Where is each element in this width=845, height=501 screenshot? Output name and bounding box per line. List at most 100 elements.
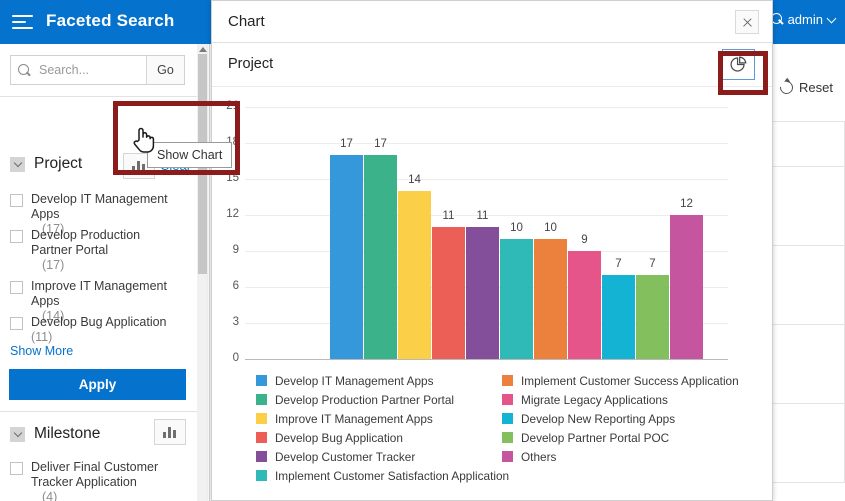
user-label: admin — [787, 12, 823, 27]
bar-chart-icon — [162, 426, 178, 438]
reset-button[interactable]: Reset — [777, 78, 833, 97]
facet-item[interactable]: Develop Bug Application (11) — [10, 315, 181, 345]
chart-bar-value-label: 14 — [408, 174, 421, 186]
chart-bar[interactable]: 14 — [398, 174, 431, 359]
chart-bar[interactable]: 17 — [330, 138, 363, 359]
chart-gridline — [245, 143, 728, 144]
facet-item-label: Deliver Final Customer Tracker Applicati… — [31, 460, 181, 501]
close-button[interactable] — [735, 10, 759, 34]
facet-checkbox[interactable] — [10, 230, 23, 243]
chart-plot-area: 0 3 6 9 12 15 18 21 17 17 14 11 11 10 10 9 7 7 12 — [226, 100, 728, 364]
search-icon — [18, 63, 31, 77]
facet-group-title: Milestone — [34, 425, 101, 442]
divider — [0, 411, 200, 412]
chart-axis-line — [245, 359, 728, 360]
legend-color-swatch — [502, 413, 513, 424]
chart-bar[interactable]: 12 — [670, 198, 703, 359]
tooltip-show-chart: Show Chart — [147, 142, 233, 168]
facet-group-milestone-header[interactable]: Milestone — [10, 425, 100, 443]
legend-color-swatch — [256, 451, 267, 462]
chart-bar[interactable]: 9 — [568, 234, 601, 359]
chart-bar[interactable]: 11 — [466, 210, 499, 359]
legend-label: Develop New Reporting Apps — [521, 411, 676, 426]
close-icon — [742, 17, 753, 28]
legend-column-left: Develop IT Management Apps Develop Produc… — [256, 371, 509, 485]
y-axis-tick-label: 15 — [226, 172, 239, 184]
legend-item[interactable]: Develop Bug Application — [256, 428, 509, 447]
chart-bar-value-label: 17 — [374, 138, 387, 150]
chart-bar[interactable]: 17 — [364, 138, 397, 359]
chart-bar[interactable]: 7 — [636, 258, 669, 359]
legend-item[interactable]: Develop Production Partner Portal — [256, 390, 509, 409]
search-box: Go — [10, 55, 185, 85]
facet-sidebar: Go Project Clear Develop IT Management A… — [0, 44, 210, 501]
legend-item[interactable]: Migrate Legacy Applications — [502, 390, 739, 409]
pie-chart-icon — [730, 56, 747, 72]
legend-color-swatch — [502, 375, 513, 386]
chart-bar[interactable]: 7 — [602, 258, 635, 359]
legend-label: Implement Customer Satisfaction Applicat… — [275, 468, 510, 483]
search-go-button[interactable]: Go — [146, 56, 184, 84]
legend-item[interactable]: Develop New Reporting Apps — [502, 409, 739, 428]
facet-checkbox[interactable] — [10, 317, 23, 330]
legend-column-right: Implement Customer Success Application Mi… — [502, 371, 739, 466]
search-input[interactable] — [37, 62, 146, 78]
facet-checkbox[interactable] — [10, 462, 23, 475]
chart-bar[interactable]: 10 — [534, 222, 567, 359]
chart-bar-value-label: 11 — [442, 210, 455, 222]
chevron-down-icon[interactable] — [10, 156, 25, 172]
legend-color-swatch — [502, 432, 513, 443]
chart-gridline — [245, 179, 728, 180]
y-axis-tick-label: 6 — [232, 280, 239, 292]
legend-label: Develop Customer Tracker — [275, 449, 416, 464]
reset-label: Reset — [799, 80, 833, 95]
sidebar-scrollbar[interactable] — [197, 44, 208, 501]
legend-item[interactable]: Implement Customer Satisfaction Applicat… — [256, 466, 509, 485]
page-title: Faceted Search — [46, 11, 175, 30]
undo-icon — [777, 78, 796, 97]
facet-checkbox[interactable] — [10, 281, 23, 294]
apply-button[interactable]: Apply — [9, 369, 186, 400]
chart-legend: Develop IT Management Apps Develop Produc… — [212, 371, 774, 499]
legend-color-swatch — [502, 451, 513, 462]
facet-item-count: (11) — [31, 330, 53, 344]
show-chart-button-milestone[interactable] — [154, 419, 186, 445]
legend-label: Develop IT Management Apps — [275, 373, 434, 388]
app-root: Faceted Search admin Reset Cost 1000 — [0, 0, 845, 501]
facet-item[interactable]: Deliver Final Customer Tracker Applicati… — [10, 460, 181, 501]
chart-canvas: 0 3 6 9 12 15 18 21 17 17 14 11 11 10 10 9 7 7 12 Develop … — [212, 87, 774, 501]
facet-item-label: Develop Production Partner Portal (17) — [31, 228, 181, 273]
legend-item[interactable]: Develop Customer Tracker — [256, 447, 509, 466]
legend-color-swatch — [256, 413, 267, 424]
chart-bar-value-label: 12 — [680, 198, 693, 210]
chart-bar-value-label: 10 — [510, 222, 523, 234]
facet-checkbox[interactable] — [10, 194, 23, 207]
y-axis-tick-label: 9 — [232, 244, 239, 256]
legend-label: Develop Bug Application — [275, 430, 403, 445]
y-axis-tick-label: 3 — [232, 316, 239, 328]
y-axis-tick-label: 21 — [226, 100, 239, 112]
chart-bar-value-label: 17 — [340, 138, 353, 150]
user-menu[interactable]: admin — [770, 12, 837, 27]
legend-item[interactable]: Implement Customer Success Application — [502, 371, 739, 390]
chart-subtitle: Project — [228, 56, 274, 72]
legend-item[interactable]: Others — [502, 447, 739, 466]
facet-item[interactable]: Develop Production Partner Portal (17) — [10, 228, 181, 273]
facet-group-project-header[interactable]: Project — [10, 155, 82, 173]
legend-item[interactable]: Improve IT Management Apps — [256, 409, 509, 428]
pie-chart-toggle-button[interactable] — [722, 49, 755, 80]
chart-bar-value-label: 11 — [476, 210, 489, 222]
legend-item[interactable]: Develop IT Management Apps — [256, 371, 509, 390]
scroll-up-arrow-icon[interactable] — [199, 47, 207, 52]
chevron-down-icon[interactable] — [10, 426, 25, 442]
legend-item[interactable]: Develop Partner Portal POC — [502, 428, 739, 447]
chart-bar[interactable]: 11 — [432, 210, 465, 359]
pointer-hand-cursor — [133, 127, 155, 153]
chart-bar[interactable]: 10 — [500, 222, 533, 359]
legend-label: Develop Production Partner Portal — [275, 392, 455, 407]
show-more-link[interactable]: Show More — [10, 344, 73, 358]
chart-dialog: Chart Project 0 3 6 9 12 15 18 21 17 17 14 11 11 10 10… — [211, 0, 773, 501]
dialog-subbar: Project — [212, 43, 772, 87]
facet-item-count: (4) — [42, 490, 58, 501]
hamburger-icon[interactable] — [12, 14, 34, 30]
